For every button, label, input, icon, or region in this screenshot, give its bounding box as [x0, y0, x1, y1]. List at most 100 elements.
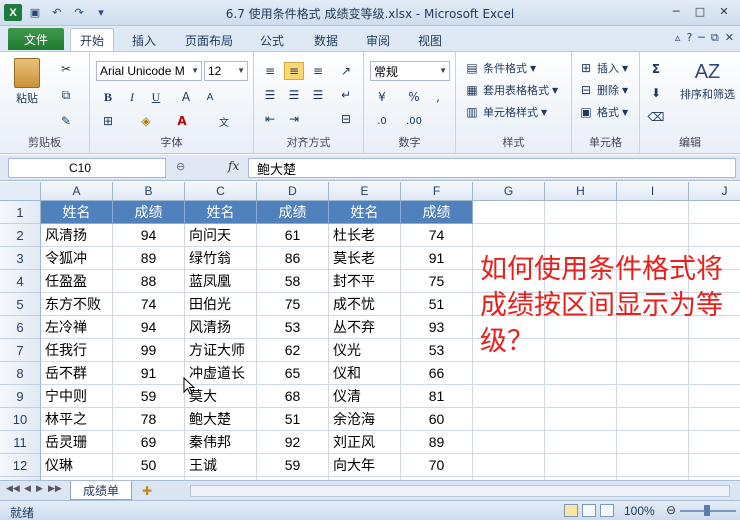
table-cell[interactable]: 62	[257, 339, 329, 362]
column-header-a[interactable]: A	[41, 182, 113, 201]
format-painter-icon[interactable]: ✎	[56, 112, 76, 130]
underline-button[interactable]: U	[146, 88, 166, 106]
normal-view-icon[interactable]	[564, 504, 578, 517]
borders-icon[interactable]: ⊞	[98, 112, 118, 130]
table-cell[interactable]: 74	[113, 293, 185, 316]
comma-style-icon[interactable]: ,	[428, 88, 448, 106]
paste-button[interactable]: 粘贴	[14, 58, 40, 106]
table-cell[interactable]: 仪和	[329, 362, 401, 385]
table-cell[interactable]: 宁中则	[41, 385, 113, 408]
save-icon[interactable]: ▣	[26, 4, 44, 21]
table-cell[interactable]: 94	[113, 224, 185, 247]
table-cell[interactable]: 风清扬	[185, 316, 257, 339]
column-header-d[interactable]: D	[257, 182, 329, 201]
table-cell[interactable]: 50	[113, 454, 185, 477]
zoom-out-icon[interactable]: ⊖	[666, 503, 676, 517]
undo-icon[interactable]: ↶	[48, 4, 66, 21]
window-close-icon[interactable]: ✕	[725, 31, 734, 45]
table-cell[interactable]: 余沧海	[329, 408, 401, 431]
next-sheet-icon[interactable]: ▶	[36, 484, 43, 494]
format-cells-button[interactable]: ▣ 格式 ▼	[578, 104, 628, 120]
tab-home[interactable]: 开始	[70, 28, 114, 51]
table-cell[interactable]: 莫大	[185, 385, 257, 408]
clear-icon[interactable]: ⌫	[646, 108, 666, 126]
tab-view[interactable]: 视图	[410, 30, 450, 50]
zoom-slider-thumb[interactable]	[704, 505, 710, 516]
fill-color-icon[interactable]: ◈	[136, 112, 156, 130]
table-cell[interactable]: 杜长老	[329, 224, 401, 247]
customize-qat-icon[interactable]: ▾	[92, 4, 110, 21]
column-header-h[interactable]: H	[545, 182, 617, 201]
table-cell[interactable]: 68	[257, 385, 329, 408]
table-cell[interactable]: 成不忧	[329, 293, 401, 316]
row-header-8[interactable]: 8	[0, 362, 41, 385]
table-cell[interactable]: 75	[257, 293, 329, 316]
table-cell[interactable]: 王诚	[185, 454, 257, 477]
table-cell[interactable]: 70	[401, 454, 473, 477]
table-header-cell[interactable]: 成绩	[401, 201, 473, 224]
table-cell[interactable]: 左冷禅	[41, 316, 113, 339]
table-header-cell[interactable]: 姓名	[41, 201, 113, 224]
fill-icon[interactable]: ⬇	[646, 84, 666, 102]
table-cell[interactable]: 莫长老	[329, 247, 401, 270]
table-cell[interactable]: 74	[401, 224, 473, 247]
table-cell[interactable]: 鲍大楚	[185, 408, 257, 431]
tab-data[interactable]: 数据	[306, 30, 346, 50]
table-cell[interactable]: 51	[401, 293, 473, 316]
copy-icon[interactable]: ⧉	[56, 86, 76, 104]
worksheet-grid[interactable]: ABCDEFGHIJ 12345678910111213 姓名成绩姓名成绩姓名成…	[0, 182, 740, 480]
table-cell[interactable]: 89	[113, 247, 185, 270]
table-cell[interactable]: 仪光	[329, 339, 401, 362]
increase-decimal-icon[interactable]: .0	[372, 112, 392, 130]
align-bottom-icon[interactable]: ≡	[308, 62, 328, 80]
currency-icon[interactable]: ¥	[372, 88, 392, 106]
table-cell[interactable]: 53	[401, 339, 473, 362]
column-header-g[interactable]: G	[473, 182, 545, 201]
table-cell[interactable]: 75	[401, 270, 473, 293]
maximize-icon[interactable]: □	[688, 2, 712, 20]
wrap-text-icon[interactable]: ↵	[336, 86, 356, 104]
table-cell[interactable]: 林平之	[41, 408, 113, 431]
formula-input[interactable]: 鲍大楚	[248, 158, 736, 178]
window-minimize-icon[interactable]: ─	[698, 31, 705, 45]
close-icon[interactable]: ✕	[712, 2, 736, 20]
table-cell[interactable]: 田伯光	[185, 293, 257, 316]
name-box-dropdown-icon[interactable]: ⊖	[176, 160, 185, 173]
column-header-j[interactable]: J	[689, 182, 740, 201]
table-cell[interactable]: 94	[113, 316, 185, 339]
column-header-e[interactable]: E	[329, 182, 401, 201]
table-cell[interactable]: 丛不弃	[329, 316, 401, 339]
merge-center-icon[interactable]: ⊟	[336, 110, 356, 128]
row-header-12[interactable]: 12	[0, 454, 41, 477]
delete-cells-button[interactable]: ⊟ 删除 ▼	[578, 82, 628, 98]
italic-button[interactable]: I	[122, 88, 142, 106]
table-cell[interactable]: 任我行	[41, 339, 113, 362]
table-cell[interactable]: 66	[401, 362, 473, 385]
table-cell[interactable]: 92	[257, 431, 329, 454]
first-sheet-icon[interactable]: ◀◀	[6, 484, 20, 494]
font-name-combo[interactable]: Arial Unicode M ▼	[96, 61, 202, 81]
insert-function-button[interactable]: fx	[228, 159, 239, 173]
table-cell[interactable]: 仪琳	[41, 454, 113, 477]
table-cell[interactable]: 刘正风	[329, 431, 401, 454]
excel-logo-icon[interactable]: X	[4, 4, 22, 21]
table-cell[interactable]: 60	[401, 408, 473, 431]
column-header-f[interactable]: F	[401, 182, 473, 201]
table-cell[interactable]: 89	[401, 431, 473, 454]
increase-indent-icon[interactable]: ⇥	[284, 110, 304, 128]
minimize-icon[interactable]: ─	[664, 2, 688, 20]
help-icon[interactable]: ?	[686, 31, 692, 45]
table-cell[interactable]: 51	[257, 408, 329, 431]
align-right-icon[interactable]: ☰	[308, 86, 328, 104]
cell-styles-button[interactable]: ▥ 单元格样式 ▼	[464, 104, 547, 120]
conditional-formatting-button[interactable]: ▤ 条件格式 ▼	[464, 60, 536, 76]
table-cell[interactable]: 91	[113, 362, 185, 385]
column-header-i[interactable]: I	[617, 182, 689, 201]
name-box[interactable]: C10	[8, 158, 166, 178]
orientation-icon[interactable]: ↗	[336, 62, 356, 80]
font-color-icon[interactable]: A	[172, 112, 192, 130]
row-header-7[interactable]: 7	[0, 339, 41, 362]
horizontal-scrollbar[interactable]	[190, 485, 730, 497]
zoom-level[interactable]: 100%	[624, 504, 655, 518]
number-format-combo[interactable]: 常规 ▼	[370, 61, 450, 81]
